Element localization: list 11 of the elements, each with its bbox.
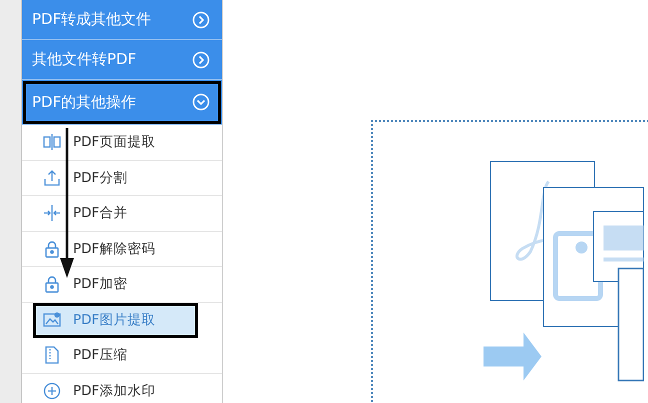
chevron-right-icon bbox=[192, 10, 210, 28]
plus-circle-icon bbox=[43, 382, 61, 400]
picture-icon bbox=[43, 310, 61, 329]
merge-icon bbox=[43, 204, 61, 222]
columns-icon bbox=[43, 133, 61, 152]
upload-icon bbox=[43, 168, 61, 187]
document-icon bbox=[43, 346, 61, 364]
padlock-icon bbox=[43, 240, 61, 258]
chevron-down-icon bbox=[192, 93, 210, 111]
padlock-icon bbox=[43, 275, 61, 294]
chevron-right-icon bbox=[192, 50, 210, 68]
